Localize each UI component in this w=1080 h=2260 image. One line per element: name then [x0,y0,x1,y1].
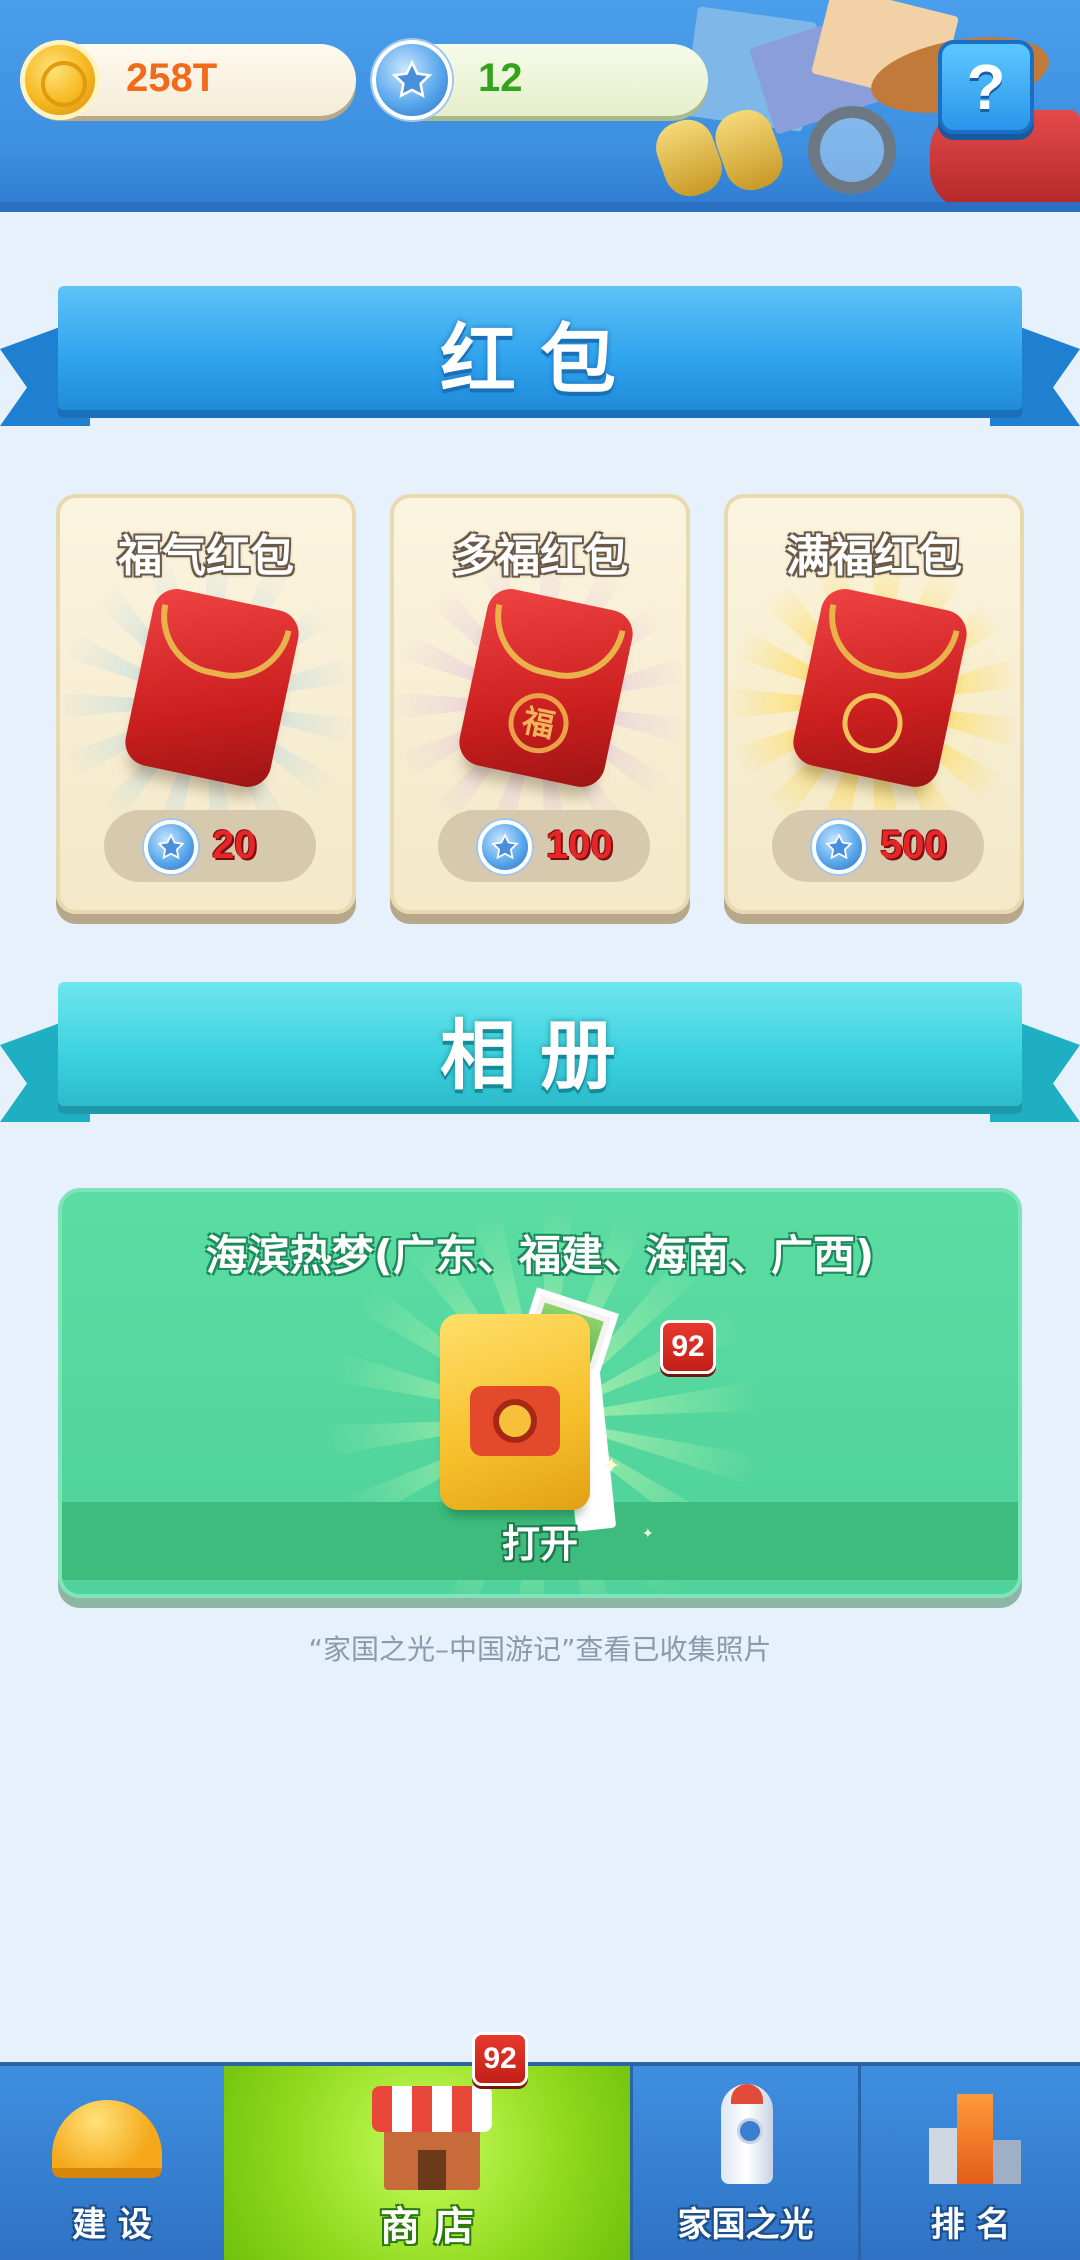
star-coin-icon [478,820,532,874]
album-hint-text: “家国之光–中国游记”查看已收集照片 [308,1633,772,1666]
nav-tab-ranking[interactable]: 排 名 [858,2066,1080,2260]
album-section-banner: 相册 [0,972,1080,1142]
red-packet-name: 福气红包 [118,531,294,582]
price-button[interactable]: 20 [104,810,316,882]
star-amount: 12 [478,56,523,100]
price-value: 100 [546,823,613,867]
nav-label: 排 名 [930,2205,1011,2245]
help-button[interactable]: ? [938,40,1034,134]
nav-label: 商 店 [380,2204,474,2250]
helmet-icon [52,2100,162,2178]
nav-tab-shop[interactable]: 92 商 店 [224,2032,630,2260]
section-title: 相册 [440,1011,640,1100]
red-packet-card[interactable]: 多福红包 福 100 [390,494,690,914]
sparkle-icon: ✦ [602,1454,621,1479]
shop-badge: 92 [472,2032,528,2086]
camera-icon [470,1386,560,1456]
coin-icon [20,40,100,120]
rocket-icon [721,2084,773,2184]
star-coin-icon [372,40,452,120]
knot-emblem [836,687,909,759]
podium-icon [929,2094,1021,2184]
magnifier-decoration [808,106,896,194]
star-coin-icon [812,820,866,874]
nav-tab-build[interactable]: 建 设 [0,2066,224,2260]
nav-label: 建 设 [72,2205,152,2245]
price-value: 500 [880,823,947,867]
red-packet-section-banner: 红包 [0,276,1080,446]
photo-album-icon [440,1287,619,1532]
star-counter[interactable]: 12 [372,40,708,120]
nav-tab-national-light[interactable]: 家国之光 [630,2066,858,2260]
red-packet-name: 多福红包 [452,531,628,582]
red-packet-card[interactable]: 满福红包 500 [724,494,1024,914]
album-card[interactable]: 海滨热梦(广东、福建、海南、广西) 92 ✦ ✦ 打开 [58,1188,1022,1598]
photo-count-badge: 92 [660,1320,716,1374]
star-coin-icon [144,820,198,874]
top-bar: 258T 12 ? [0,0,1080,212]
section-title: 红包 [440,315,640,404]
coin-counter[interactable]: 258T [20,40,356,120]
price-button[interactable]: 100 [438,810,650,882]
red-packet-name: 满福红包 [786,531,962,582]
price-button[interactable]: 500 [772,810,984,882]
open-button[interactable]: 打开 [62,1513,1018,1568]
album-name: 海滨热梦(广东、福建、海南、广西) [205,1231,875,1280]
fu-emblem: 福 [502,687,575,759]
coin-amount: 258T [126,56,218,100]
red-packet-card[interactable]: 福气红包 20 [56,494,356,914]
shop-icon [372,2086,492,2196]
price-value: 20 [212,823,257,867]
nav-label: 家国之光 [677,2205,814,2245]
bottom-nav: 建 设 92 商 店 家国之光 排 名 [0,2032,1080,2260]
